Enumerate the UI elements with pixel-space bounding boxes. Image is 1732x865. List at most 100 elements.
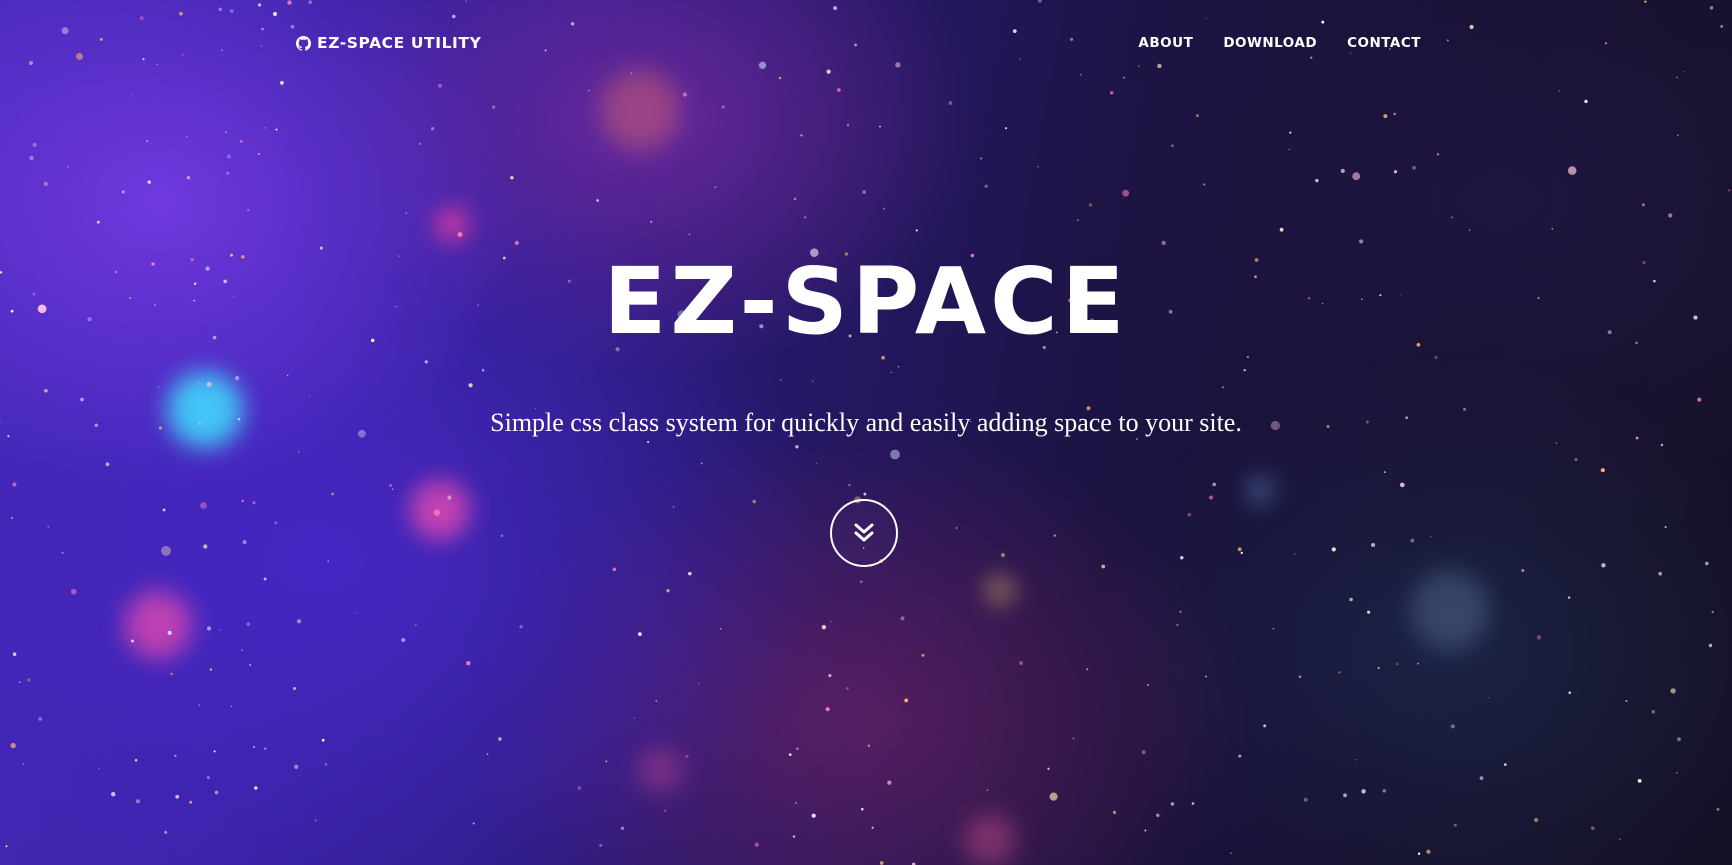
- star: [401, 637, 406, 643]
- star: [719, 628, 722, 630]
- star: [1600, 468, 1605, 473]
- star: [1641, 203, 1645, 207]
- star: [1243, 368, 1246, 372]
- star: [821, 625, 827, 630]
- star: [1660, 443, 1664, 447]
- star: [900, 616, 905, 621]
- star: [1238, 754, 1242, 758]
- star: [5, 845, 8, 848]
- star: [12, 482, 17, 487]
- star: [811, 380, 814, 383]
- star: [897, 366, 900, 368]
- nebula-glow: [964, 814, 1016, 865]
- star: [18, 681, 21, 683]
- star: [1272, 628, 1275, 630]
- star: [389, 484, 393, 487]
- star: [414, 623, 417, 627]
- star: [1361, 789, 1366, 794]
- star: [1395, 662, 1399, 666]
- star: [1191, 802, 1195, 805]
- star: [1209, 495, 1213, 500]
- star: [70, 588, 77, 595]
- star: [1371, 542, 1376, 548]
- star: [175, 794, 180, 799]
- star: [688, 233, 691, 235]
- star: [1412, 165, 1416, 170]
- star: [274, 521, 278, 525]
- star: [1203, 183, 1206, 186]
- star: [1352, 172, 1361, 181]
- hero-title: EZ-SPACE: [603, 248, 1129, 355]
- star: [682, 92, 687, 97]
- star: [795, 445, 799, 449]
- star: [468, 383, 473, 388]
- star: [356, 612, 358, 614]
- star: [804, 216, 807, 219]
- star: [1618, 838, 1621, 841]
- star: [1237, 547, 1242, 552]
- star: [1568, 691, 1572, 695]
- star: [800, 134, 803, 137]
- star: [1670, 688, 1676, 694]
- star: [871, 826, 874, 829]
- star: [486, 753, 489, 756]
- brand-link[interactable]: EZ-SPACE UTILITY: [296, 34, 481, 52]
- star: [1298, 675, 1302, 679]
- star: [331, 492, 334, 496]
- star: [649, 220, 653, 224]
- star: [430, 127, 435, 131]
- star: [688, 571, 692, 576]
- star: [1711, 610, 1714, 614]
- nav-link-download[interactable]: DOWNLOAD: [1223, 35, 1317, 51]
- star: [1399, 482, 1405, 488]
- star: [1303, 797, 1308, 802]
- star: [1101, 564, 1106, 569]
- nebula-glow: [410, 480, 470, 540]
- star: [1240, 551, 1243, 555]
- nebula-glow: [124, 591, 192, 659]
- nav-link-about[interactable]: ABOUT: [1138, 35, 1193, 51]
- star: [296, 619, 302, 624]
- star: [1677, 737, 1681, 742]
- star: [1601, 563, 1606, 568]
- star: [226, 154, 231, 159]
- star: [1434, 355, 1438, 360]
- star: [7, 435, 10, 438]
- star: [862, 190, 866, 194]
- nav-link-contact[interactable]: CONTACT: [1347, 35, 1421, 51]
- star: [314, 819, 317, 822]
- star: [1675, 771, 1678, 774]
- star: [792, 835, 796, 838]
- star: [319, 246, 323, 250]
- star: [1555, 442, 1558, 444]
- star: [848, 484, 851, 487]
- star: [697, 682, 700, 685]
- star: [788, 753, 792, 756]
- star: [257, 153, 260, 156]
- star: [96, 220, 100, 224]
- star: [1176, 623, 1179, 626]
- star: [424, 360, 428, 364]
- star: [714, 186, 717, 189]
- star: [1687, 153, 1689, 155]
- star: [1658, 571, 1663, 576]
- star: [43, 181, 48, 187]
- star: [219, 629, 222, 631]
- star: [612, 567, 617, 572]
- github-icon: [296, 35, 311, 51]
- star: [249, 663, 252, 667]
- hero-subtitle: Simple css class system for quickly and …: [490, 408, 1242, 437]
- star: [1383, 114, 1388, 119]
- star: [1551, 227, 1554, 230]
- star: [298, 451, 300, 453]
- star: [1180, 556, 1184, 560]
- star: [666, 589, 670, 593]
- star: [12, 652, 17, 656]
- star: [206, 776, 210, 779]
- star: [111, 792, 116, 797]
- star: [174, 754, 177, 757]
- star: [10, 742, 16, 749]
- scroll-down-button[interactable]: [830, 499, 898, 567]
- star: [1430, 535, 1432, 538]
- star: [599, 843, 603, 847]
